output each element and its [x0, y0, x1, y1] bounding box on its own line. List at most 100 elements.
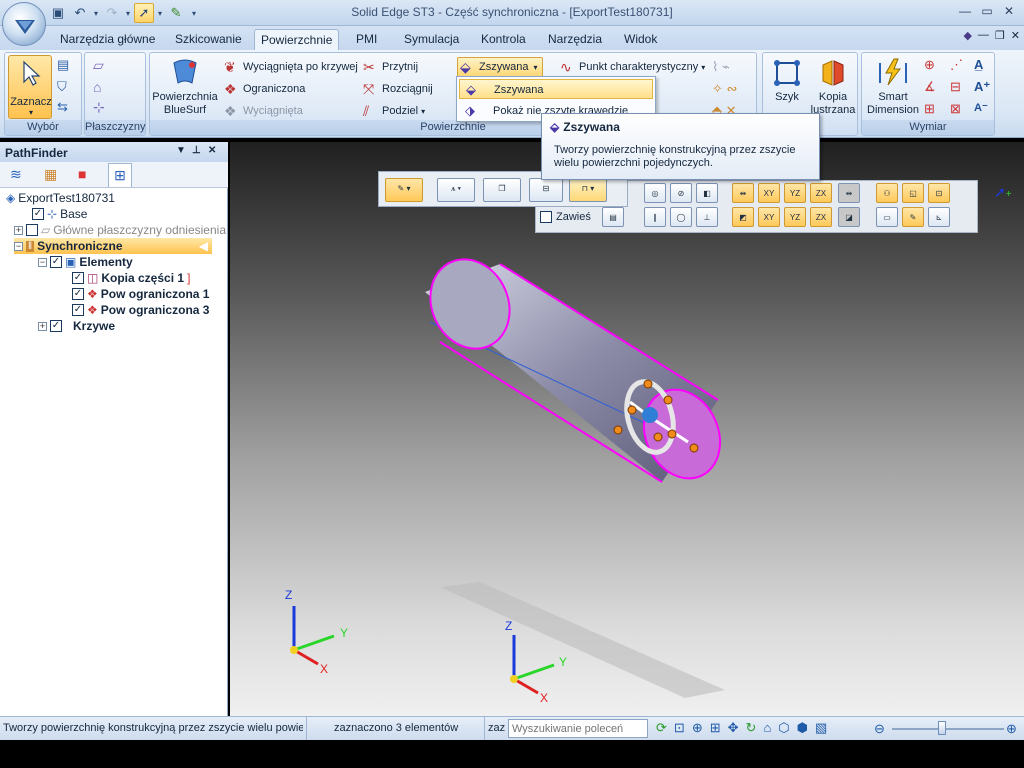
pattern-button[interactable]: Szyk: [765, 59, 809, 104]
appearance-icon[interactable]: ▦: [44, 166, 57, 183]
doc-minimize-icon[interactable]: —: [978, 29, 989, 42]
application-button[interactable]: [2, 2, 46, 46]
tangent-icon[interactable]: ⊘: [670, 183, 692, 203]
layers-icon[interactable]: ≋: [10, 166, 22, 183]
zoom-slider-track[interactable]: [892, 728, 1004, 730]
plane-normal-icon[interactable]: ⌂: [93, 79, 101, 95]
tab-inspect[interactable]: Kontrola: [475, 29, 532, 50]
menu-item-stitched[interactable]: ⬙ Zszywana: [459, 79, 653, 99]
tree-item-planes[interactable]: + ▱ Główne płaszczyzny odniesienia: [14, 222, 226, 238]
expand-icon[interactable]: +: [38, 321, 47, 331]
axis-icon[interactable]: ⊾: [928, 207, 950, 227]
tree-item-base[interactable]: ✓ ⊹ Base: [32, 206, 87, 222]
pin-icon[interactable]: ⊥: [192, 145, 201, 156]
panel-dropdown-icon[interactable]: ▼: [176, 145, 186, 156]
font-increase-icon[interactable]: A⁺: [974, 79, 990, 95]
close-icon[interactable]: ✕: [998, 2, 1020, 20]
checkbox-checked[interactable]: ✓: [72, 272, 84, 284]
zoom-slider-handle[interactable]: [938, 721, 946, 735]
zoom-out-icon[interactable]: ⊖: [874, 721, 885, 737]
collapse-icon[interactable]: −: [14, 241, 23, 251]
coordinate-dimension-icon[interactable]: ⊞: [924, 101, 935, 117]
tree-item-elements[interactable]: − ✓ ▣ Elementy: [38, 254, 133, 270]
panel-close-icon[interactable]: ✕: [208, 145, 216, 156]
tab-sketching[interactable]: Szkicowanie: [169, 29, 248, 50]
zoom-icon[interactable]: ⊕: [692, 720, 703, 736]
lock-icon[interactable]: ⊡: [928, 183, 950, 203]
plane-xy-icon[interactable]: XY: [758, 207, 780, 227]
display-style-icon[interactable]: ▧: [815, 720, 827, 736]
parallel-icon[interactable]: ∥: [644, 207, 666, 227]
rigid-icon[interactable]: ⇹: [838, 183, 860, 203]
step-surfaces-icon[interactable]: ⩚ ▾: [437, 178, 475, 202]
tree-item-synchronous[interactable]: − ‖ Synchroniczne ◀: [14, 238, 212, 254]
tab-view[interactable]: Widok: [618, 29, 663, 50]
distance-icon[interactable]: ⊕: [924, 57, 935, 73]
checkbox-checked[interactable]: ✓: [72, 288, 84, 300]
hang-checkbox[interactable]: [540, 211, 552, 223]
doc-restore-icon[interactable]: ❐: [995, 29, 1005, 42]
filter-icon[interactable]: ⛉: [57, 79, 75, 95]
collapse-icon[interactable]: −: [38, 257, 47, 267]
step-select-icon[interactable]: ✎ ▾: [385, 178, 423, 202]
equal-radius-icon[interactable]: ◯: [670, 207, 692, 227]
swept-curve-button[interactable]: ❦ Wyciągnięta po krzywej: [224, 59, 358, 75]
tree-item-part-copy[interactable]: ✓ ◫ Kopia części 1]: [72, 270, 190, 286]
tab-simulation[interactable]: Symulacja: [398, 29, 465, 50]
symmetric-xy-icon[interactable]: XY: [758, 183, 780, 203]
tree-item-curves[interactable]: + ✓ Krzywe: [38, 318, 115, 334]
smart-dimension-button[interactable]: Smart Dimension: [864, 57, 922, 117]
maximize-icon[interactable]: ▭: [976, 2, 998, 20]
offset-icon[interactable]: ◱: [902, 183, 924, 203]
ground-icon[interactable]: ◪: [838, 207, 860, 227]
hang-option[interactable]: Zawieś: [540, 211, 591, 223]
trim-button[interactable]: ✂ Przytnij: [363, 59, 418, 75]
curve-icon[interactable]: ⌇ ⌁: [712, 59, 730, 75]
coordinate-system-icon[interactable]: ⊹: [93, 99, 105, 116]
symmetric-icon[interactable]: ⇹: [732, 183, 754, 203]
delete-icon[interactable]: ⊟: [529, 178, 563, 202]
tab-pmi[interactable]: PMI: [350, 29, 383, 50]
bounded-button[interactable]: ❖ Ograniczona: [224, 81, 305, 97]
copy-icon[interactable]: ❐: [483, 178, 521, 202]
doc-close-icon[interactable]: ✕: [1011, 29, 1020, 42]
intersect-icon[interactable]: ✧ ∾: [712, 81, 737, 97]
minimize-icon[interactable]: —: [954, 2, 976, 20]
keypoint-curve-button[interactable]: ∿ Punkt charakterystyczny ▾: [560, 59, 705, 75]
shaded-view-icon[interactable]: ⬢: [797, 720, 808, 736]
perpendicular-icon[interactable]: ⊥: [696, 207, 718, 227]
font-decrease-icon[interactable]: A⁻: [974, 101, 988, 114]
select-button[interactable]: Zaznacz ▾: [8, 55, 52, 119]
bluesurf-button[interactable]: Powierzchnia BlueSurf: [152, 57, 218, 117]
zoom-area-icon[interactable]: ⊡: [674, 720, 685, 736]
plane-icon[interactable]: ▱: [93, 57, 104, 74]
aligned-icon[interactable]: ▭: [876, 207, 898, 227]
concentric-icon[interactable]: ◎: [644, 183, 666, 203]
color-palette-icon[interactable]: ■: [78, 166, 86, 182]
tree-item-bounded-3[interactable]: ✓ ❖ Pow ograniczona 3: [72, 302, 209, 318]
view-orientation-icon[interactable]: ⬡: [778, 720, 789, 736]
tab-surfaces[interactable]: Powierzchnie: [254, 29, 340, 50]
plane-relation-icon[interactable]: ◩: [732, 207, 754, 227]
callout-icon[interactable]: ⊠: [950, 101, 961, 117]
sketch-view-icon[interactable]: ⌂: [763, 720, 771, 736]
select-tools-icon[interactable]: ⇆: [57, 99, 75, 115]
help-icon[interactable]: ◆: [963, 29, 971, 42]
annotate-icon[interactable]: ⋰: [950, 57, 963, 73]
pathfinder-tree-icon[interactable]: ⊞: [108, 163, 132, 187]
geometric-tolerance-icon[interactable]: ⊟: [950, 79, 961, 95]
tree-root[interactable]: ◈ ExportTest180731: [6, 190, 115, 206]
zoom-in-icon[interactable]: ⊕: [1006, 721, 1017, 737]
angle-icon[interactable]: ∡: [924, 79, 936, 95]
plane-yz-icon[interactable]: YZ: [784, 207, 806, 227]
extend-button[interactable]: ⤧ Rozciągnij: [363, 81, 433, 97]
tab-home[interactable]: Narzędzia główne: [54, 29, 161, 50]
split-button[interactable]: ⫽ Podziel ▾: [363, 103, 425, 119]
save-relations-icon[interactable]: ▤: [602, 207, 624, 227]
plane-zx-icon[interactable]: ZX: [810, 207, 832, 227]
text-style-icon[interactable]: A̲: [974, 57, 983, 72]
symmetric-zx-icon[interactable]: ZX: [810, 183, 832, 203]
extruded-button[interactable]: ❖ Wyciągnięta: [224, 103, 303, 119]
tree-item-bounded-1[interactable]: ✓ ❖ Pow ograniczona 1: [72, 286, 209, 302]
checkbox-checked[interactable]: ✓: [50, 320, 62, 332]
